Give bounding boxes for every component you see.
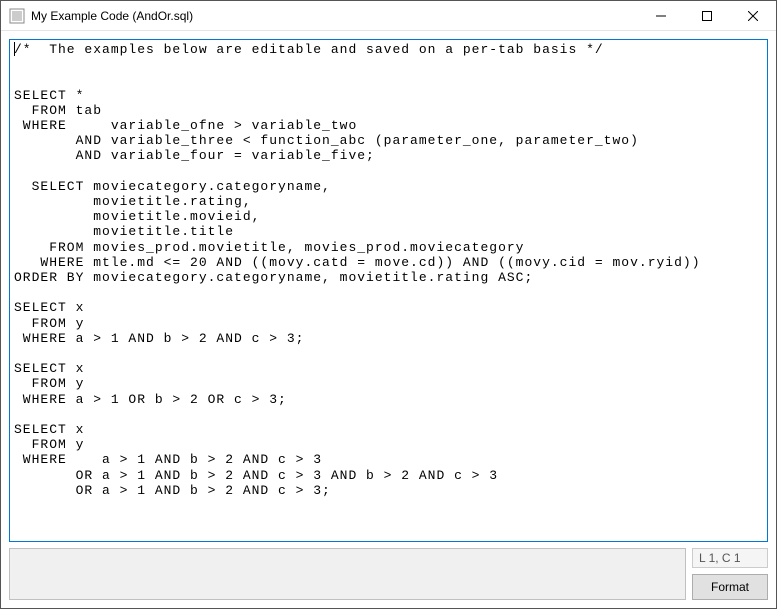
cursor-position: L 1, C 1	[692, 548, 768, 568]
titlebar: My Example Code (AndOr.sql)	[1, 1, 776, 31]
format-button[interactable]: Format	[692, 574, 768, 600]
close-button[interactable]	[730, 1, 776, 30]
app-icon	[9, 8, 25, 24]
maximize-button[interactable]	[684, 1, 730, 30]
output-box[interactable]	[9, 548, 686, 600]
text-caret	[14, 42, 15, 56]
minimize-button[interactable]	[638, 1, 684, 30]
content-area: /* The examples below are editable and s…	[1, 31, 776, 608]
editor-container: /* The examples below are editable and s…	[9, 39, 768, 542]
right-column: L 1, C 1 Format	[692, 548, 768, 600]
code-editor[interactable]: /* The examples below are editable and s…	[10, 40, 767, 541]
window-title: My Example Code (AndOr.sql)	[31, 9, 638, 23]
bottom-panel: L 1, C 1 Format	[9, 548, 768, 600]
window-controls	[638, 1, 776, 30]
